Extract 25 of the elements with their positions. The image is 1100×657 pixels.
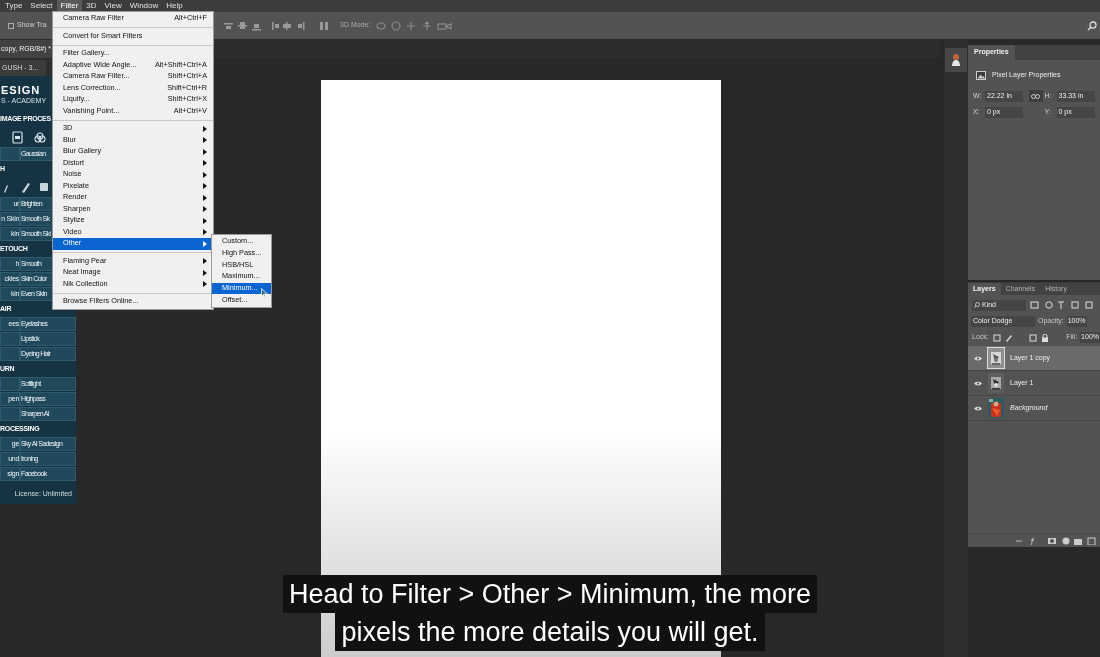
eye-icon[interactable] (974, 355, 982, 361)
lock-icons-drawing[interactable] (992, 333, 1049, 342)
search-icon[interactable] (1087, 20, 1097, 31)
image-icon (976, 70, 986, 80)
distribute-icon[interactable] (320, 20, 328, 31)
menu-item[interactable]: View (100, 0, 126, 12)
checkbox[interactable] (8, 22, 14, 29)
subtitle-text: pixels the more details you will get. (335, 613, 765, 651)
subtitle-text: Head to Filter > Other > Minimum, the more (282, 575, 818, 613)
menu-item[interactable]: Select (26, 0, 57, 12)
menu-item[interactable]: Window (125, 0, 163, 12)
link-button[interactable] (1028, 90, 1043, 102)
link-icon (1031, 93, 1040, 99)
search-icon (974, 302, 980, 308)
eye-icon[interactable] (974, 380, 982, 386)
cursor-icon (261, 287, 268, 298)
eye-icon[interactable] (974, 405, 982, 411)
panel-icon-button[interactable] (945, 48, 967, 72)
layer-actions-drawing[interactable] (1014, 536, 1096, 545)
menu-item[interactable]: 3D (82, 0, 101, 12)
filter-icons-drawing[interactable] (1030, 301, 1094, 309)
menu-item[interactable]: Help (162, 0, 187, 12)
menu-item[interactable]: Filter (56, 0, 83, 12)
logo-text: ESIGN (1, 84, 41, 96)
menu-item[interactable]: Type (1, 0, 27, 12)
